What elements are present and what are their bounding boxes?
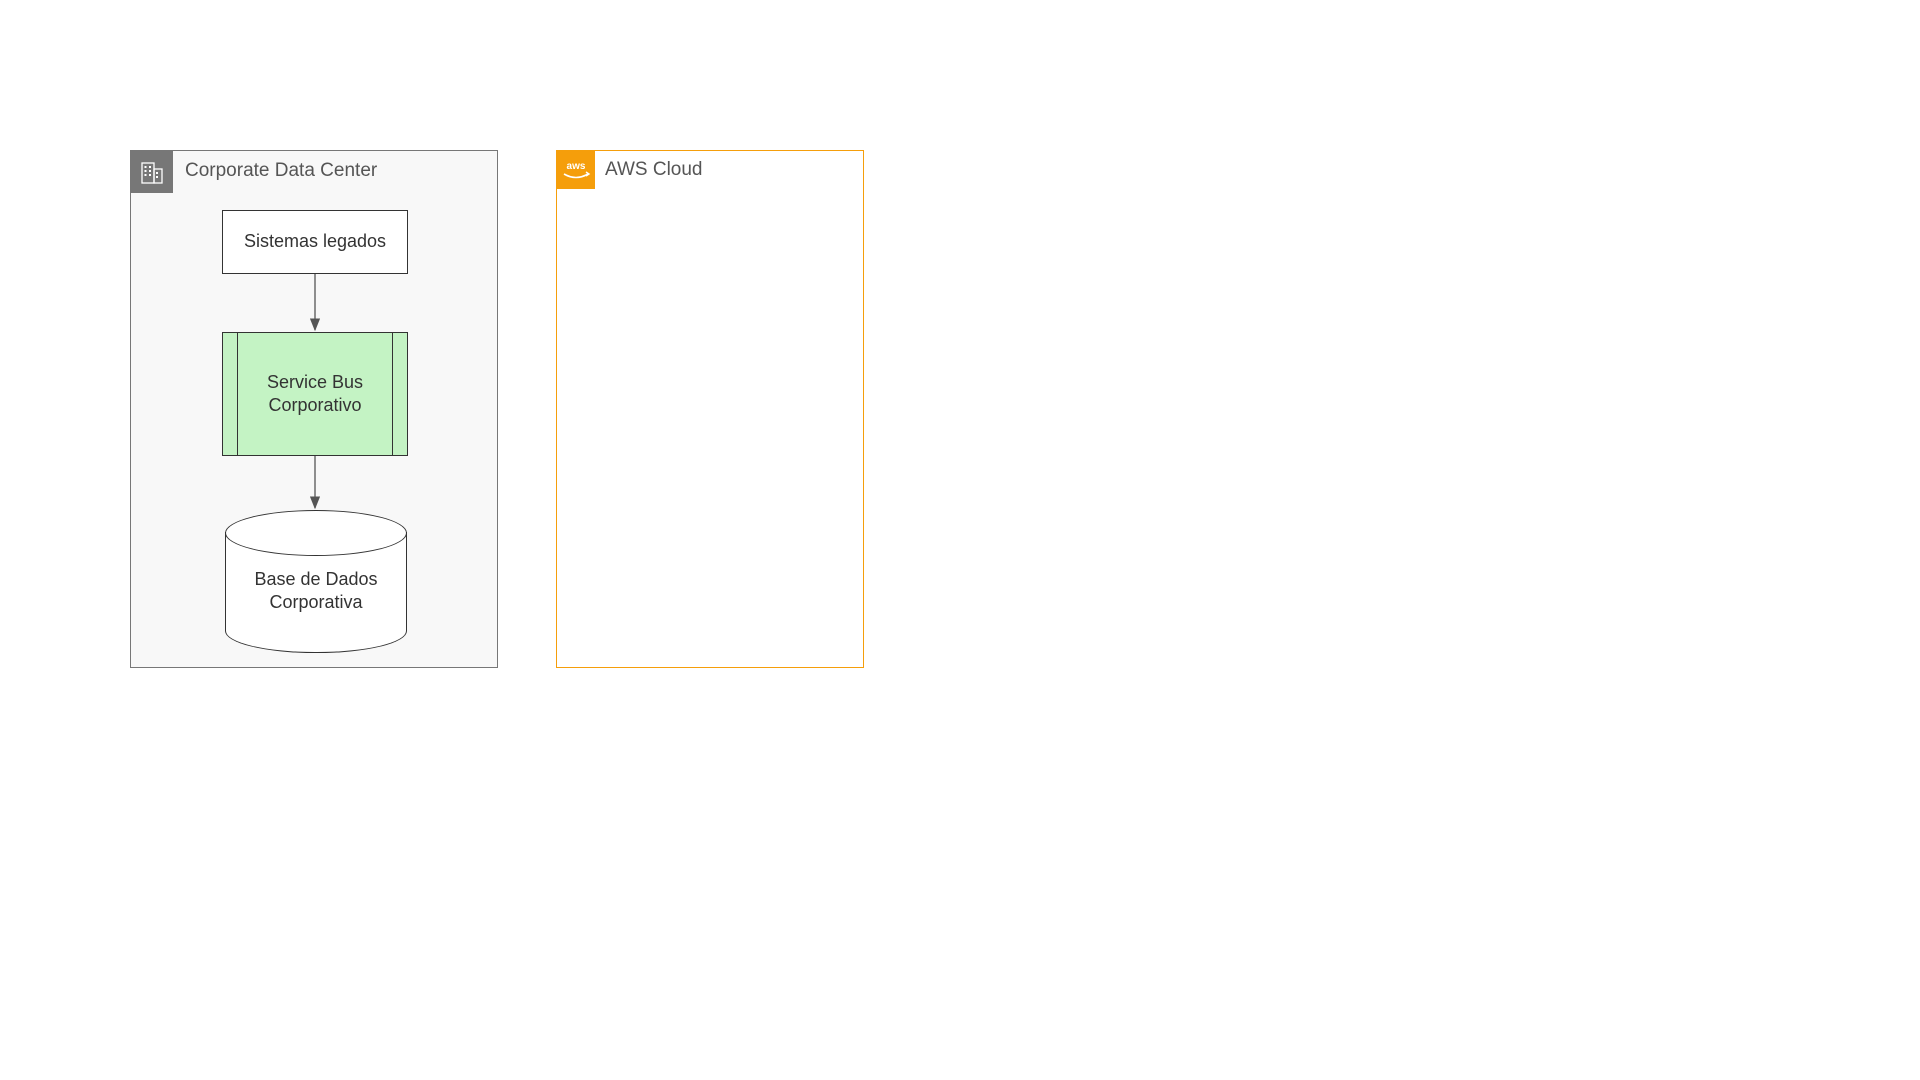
node-corp-database: Base de DadosCorporativa: [225, 532, 407, 653]
diagram-canvas: Corporate Data Center aws AWS Cloud Sist…: [0, 0, 1920, 1080]
building-icon: [131, 151, 173, 193]
node-corp-database-label: Base de DadosCorporativa: [226, 568, 406, 615]
corporate-data-center-title: Corporate Data Center: [185, 160, 377, 182]
node-service-bus: Service BusCorporativo: [222, 332, 408, 456]
aws-cloud-title: AWS Cloud: [605, 159, 703, 181]
aws-cloud-group: aws AWS Cloud: [556, 150, 864, 668]
svg-text:aws: aws: [567, 161, 586, 172]
node-legacy-systems-label: Sistemas legados: [224, 230, 406, 253]
node-legacy-systems: Sistemas legados: [222, 210, 408, 274]
aws-icon: aws: [557, 151, 595, 189]
node-service-bus-label: Service BusCorporativo: [247, 371, 383, 418]
